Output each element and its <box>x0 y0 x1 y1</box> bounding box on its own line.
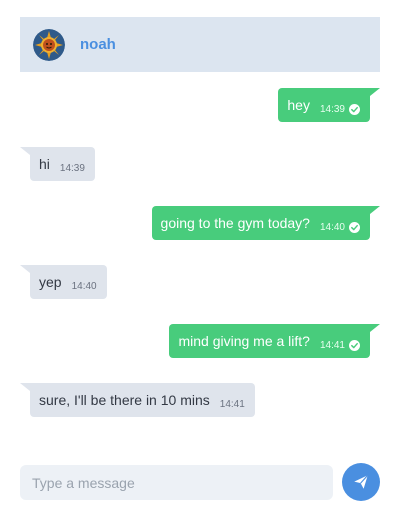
message-input[interactable] <box>30 473 333 492</box>
message-text: going to the gym today? <box>160 215 310 231</box>
message-time: 14:41 <box>219 398 245 410</box>
message-incoming[interactable]: yep 14:40 <box>20 265 107 299</box>
message-incoming[interactable]: hi 14:39 <box>20 147 95 181</box>
message-time: 14:40 <box>319 221 345 233</box>
message-time: 14:39 <box>59 162 85 174</box>
message-text: hi <box>39 156 50 172</box>
send-button[interactable] <box>342 463 380 501</box>
message-time: 14:41 <box>319 339 345 351</box>
chat-header: noah <box>20 17 380 72</box>
avatar[interactable] <box>33 28 65 61</box>
message-text: mind giving me a lift? <box>178 333 310 349</box>
check-circle-icon <box>349 103 360 115</box>
message-text: sure, I'll be there in 10 mins <box>39 392 210 408</box>
message-text: hey <box>287 97 310 113</box>
message-time: 14:39 <box>319 103 345 115</box>
contact-name[interactable]: noah <box>80 36 116 53</box>
message-text: yep <box>39 274 62 290</box>
message-outgoing[interactable]: going to the gym today? 14:40 <box>151 206 381 240</box>
message-time: 14:40 <box>71 280 97 292</box>
send-icon <box>354 474 369 489</box>
check-circle-icon <box>349 339 360 351</box>
message-incoming[interactable]: sure, I'll be there in 10 mins 14:41 <box>20 383 255 417</box>
message-input-container <box>20 465 333 500</box>
sun-face-avatar-icon <box>33 28 65 61</box>
message-outgoing[interactable]: mind giving me a lift? 14:41 <box>169 324 380 358</box>
check-circle-icon <box>349 221 360 233</box>
message-outgoing[interactable]: hey 14:39 <box>278 88 380 122</box>
chat-window: noah hey 14:39 hi 14:39 going to the gym… <box>0 0 400 520</box>
